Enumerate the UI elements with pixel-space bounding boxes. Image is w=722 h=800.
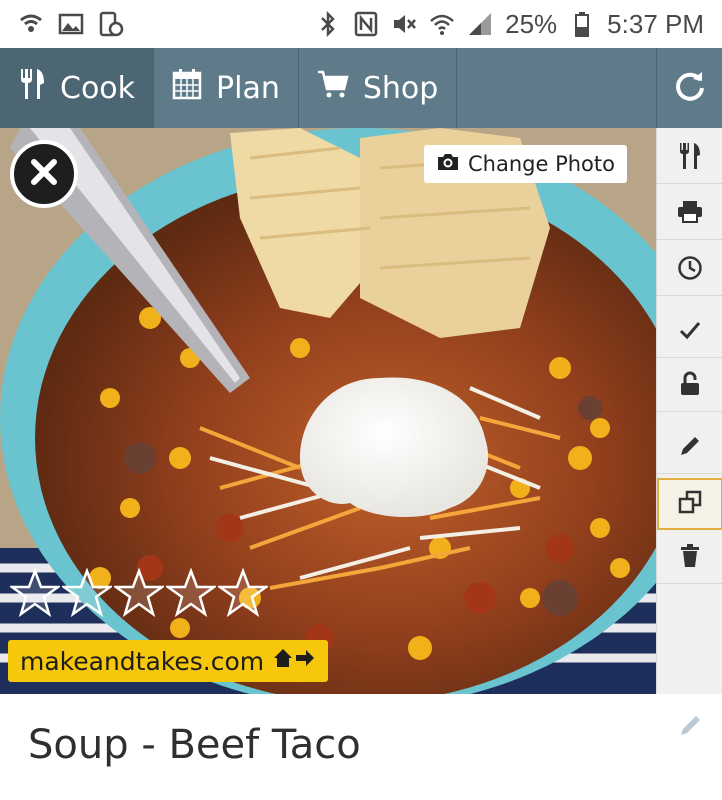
cook-mode-button[interactable] [657, 132, 722, 184]
tab-cook[interactable]: Cook [0, 48, 155, 128]
delete-recipe-button[interactable] [657, 532, 722, 584]
cook-icon [18, 67, 46, 109]
tab-plan-label: Plan [216, 70, 280, 106]
bluetooth-icon [315, 11, 341, 37]
check-icon [678, 319, 702, 345]
lock-button[interactable] [657, 360, 722, 412]
source-link[interactable]: makeandtakes.com [8, 640, 329, 682]
camera-icon [436, 152, 460, 177]
star-icon[interactable] [216, 567, 270, 622]
wifi-icon [429, 11, 455, 37]
edit-title-pencil-icon[interactable] [678, 712, 704, 738]
utensils-icon [678, 142, 702, 174]
refresh-button[interactable] [656, 48, 722, 128]
edit-recipe-button[interactable] [657, 422, 722, 474]
image-icon [58, 11, 84, 37]
main-nav: Cook Plan Shop [0, 48, 722, 128]
duplicate-recipe-button[interactable] [657, 478, 722, 530]
wifi-call-icon [18, 11, 44, 37]
star-icon[interactable] [60, 567, 114, 622]
nfc-icon [353, 11, 379, 37]
home-arrow-icon [272, 646, 316, 676]
recipe-actions-sidebar [656, 128, 722, 694]
phone-clock-icon [98, 11, 124, 37]
change-photo-label: Change Photo [468, 152, 615, 176]
star-icon[interactable] [8, 567, 62, 622]
timer-button[interactable] [657, 244, 722, 296]
recipe-title-bar: Soup - Beef Taco [0, 694, 722, 800]
change-photo-button[interactable]: Change Photo [424, 145, 627, 183]
recipe-title: Soup - Beef Taco [28, 722, 361, 768]
refresh-icon [674, 70, 706, 106]
clock-icon [677, 255, 703, 285]
clock-time: 5:37 PM [607, 8, 704, 39]
close-photo-button[interactable] [10, 140, 78, 208]
cart-icon [317, 69, 349, 107]
pencil-icon [678, 434, 702, 462]
calendar-icon [172, 68, 202, 108]
close-icon [29, 157, 59, 191]
trash-icon [679, 543, 701, 573]
star-icon[interactable] [112, 567, 166, 622]
star-icon[interactable] [164, 567, 218, 622]
tab-shop-label: Shop [362, 70, 439, 106]
print-button[interactable] [657, 188, 722, 240]
mute-icon [391, 11, 417, 37]
battery-percent: 25% [505, 8, 558, 39]
printer-icon [677, 200, 703, 228]
rating-stars[interactable] [8, 567, 270, 622]
tab-plan[interactable]: Plan [154, 48, 299, 128]
mark-made-button[interactable] [657, 306, 722, 358]
status-bar: 25% 5:37 PM [0, 0, 722, 48]
tab-cook-label: Cook [60, 70, 136, 106]
lock-icon [679, 371, 701, 401]
tab-shop[interactable]: Shop [299, 48, 458, 128]
signal-icon [467, 11, 493, 37]
status-right: 25% 5:37 PM [315, 9, 704, 40]
battery-icon [569, 11, 595, 37]
source-link-label: makeandtakes.com [20, 646, 265, 676]
status-left [18, 11, 124, 37]
copy-icon [678, 490, 702, 518]
